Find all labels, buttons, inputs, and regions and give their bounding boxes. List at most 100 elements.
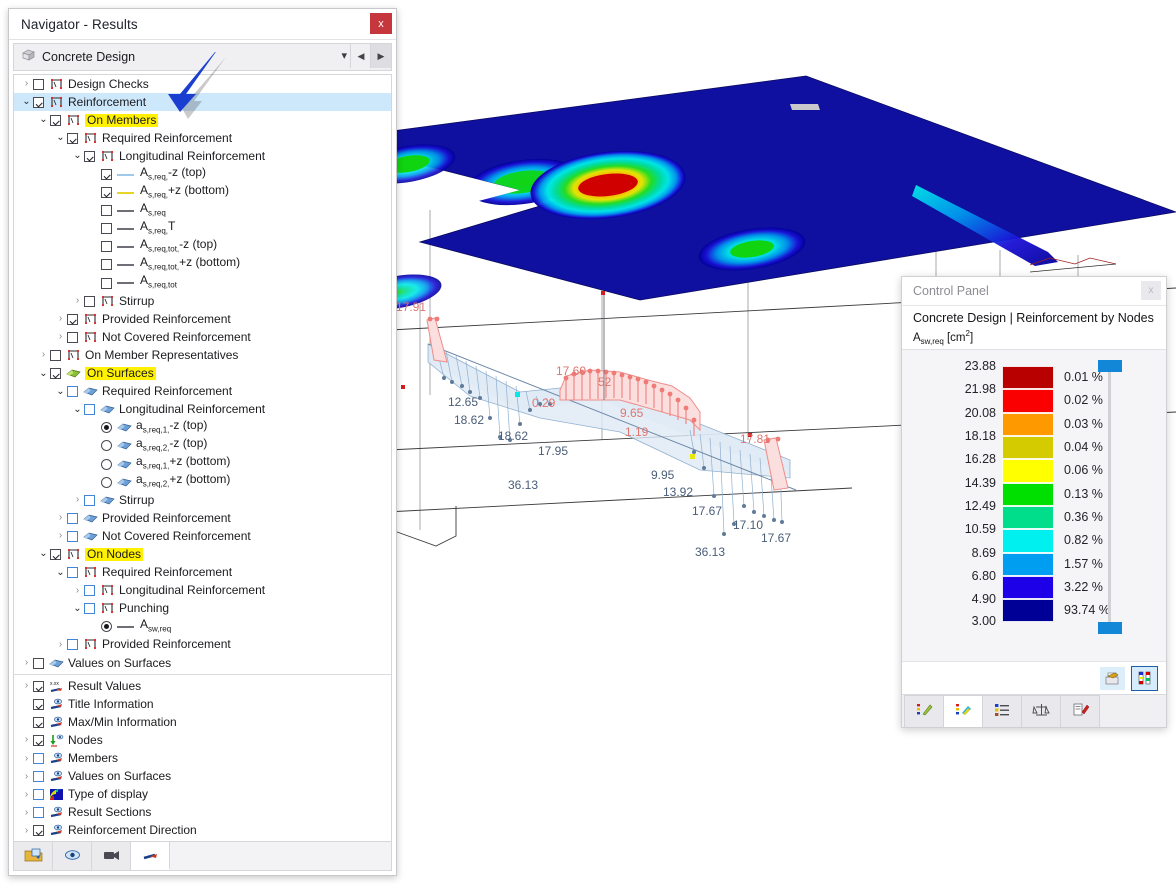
results-tree-group-main[interactable]: ›Design Checks⌄Reinforcement⌄On Members⌄… [14,75,391,672]
legend-range-slider-track[interactable] [1108,368,1111,630]
cptab-color-spectrum[interactable] [943,695,983,727]
checkbox-on-member-representatives[interactable] [50,350,61,361]
checkbox-as-req-mz-top[interactable] [101,169,112,180]
chevron-down-icon[interactable]: ⌄ [54,387,67,397]
checkbox-reinforcement-direction[interactable] [33,825,44,836]
tree-item-on-members[interactable]: ⌄On Members [14,111,391,129]
checkbox-s-provided-reinforcement[interactable] [67,513,78,524]
checkbox-reinforcement[interactable] [33,97,44,108]
checkbox-on-members[interactable] [50,115,61,126]
tree-item-m-not-covered-reinforcement[interactable]: ›Not Covered Reinforcement [14,328,391,346]
design-type-combobox[interactable]: Concrete Design ▾ ◀ ▶ [13,43,392,71]
tree-item-title-information[interactable]: Title Information [14,695,391,713]
printer-icon[interactable] [1100,667,1125,690]
checkbox-title-information[interactable] [33,699,44,710]
chevron-down-icon[interactable]: ▾ [341,49,347,62]
chevron-right-icon[interactable]: › [54,314,67,324]
checkbox-m-provided-reinforcement[interactable] [67,314,78,325]
tree-item-m-stirrup[interactable]: ›Stirrup [14,292,391,310]
tree-item-n-provided-reinforcement[interactable]: ›Provided Reinforcement [14,636,391,654]
checkbox-design-checks[interactable] [33,79,44,90]
checkbox-as-req-tot-pz-bottom[interactable] [101,259,112,270]
checkbox-on-surfaces[interactable] [50,368,61,379]
legend-color-swatch[interactable] [1002,366,1054,389]
tree-item-members[interactable]: ›Members [14,749,391,767]
checkbox-s-longitudinal-reinforcement[interactable] [84,404,95,415]
control-panel-button-row[interactable] [902,661,1166,694]
legend-color-swatch[interactable] [1002,389,1054,412]
chevron-right-icon[interactable]: › [54,332,67,342]
color-legend[interactable]: 23.880.01 %21.980.02 %20.080.03 %18.180.… [902,366,1166,636]
chevron-right-icon[interactable]: › [20,681,33,691]
tree-item-n-punching[interactable]: ⌄Punching [14,600,391,618]
chevron-down-icon[interactable]: ⌄ [71,604,84,614]
chevron-right-icon[interactable]: › [54,513,67,523]
chevron-down-icon[interactable]: ⌄ [37,115,50,125]
tree-item-as-req-tot[interactable]: As,req,tot [14,274,391,292]
radio-as-req-1-pz-bottom[interactable] [101,459,112,470]
tree-item-s-longitudinal-reinforcement[interactable]: ⌄Longitudinal Reinforcement [14,401,391,419]
legend-color-swatch[interactable] [1002,436,1054,459]
slider-thumb-max[interactable] [1098,360,1122,372]
tree-item-as-req-1-pz-bottom[interactable]: as,req,1,+z (bottom) [14,455,391,473]
chevron-down-icon[interactable]: ⌄ [54,133,67,143]
chevron-right-icon[interactable]: › [71,495,84,505]
tree-item-as-req-2-pz-bottom[interactable]: as,req,2,+z (bottom) [14,473,391,491]
tree-item-as-req-pz-bottom[interactable]: As,req,+z (bottom) [14,184,391,202]
cptab-factors[interactable] [1021,695,1061,727]
chevron-down-icon[interactable]: ⌄ [37,549,50,559]
color-scale-icon[interactable] [1131,666,1158,691]
tree-item-n-longitudinal-reinforcement[interactable]: ›Longitudinal Reinforcement [14,582,391,600]
tree-item-n-required-reinforcement[interactable]: ⌄Required Reinforcement [14,564,391,582]
checkbox-n-punching[interactable] [84,603,95,614]
tree-item-nodes[interactable]: ›Nodes [14,731,391,749]
checkbox-members[interactable] [33,753,44,764]
chevron-down-icon[interactable]: ⌄ [71,405,84,415]
checkbox-m-required-reinforcement[interactable] [67,133,78,144]
tree-item-asw-req[interactable]: Asw,req [14,618,391,636]
checkbox-m-not-covered-reinforcement[interactable] [67,332,78,343]
chevron-right-icon[interactable]: › [54,640,67,650]
chevron-right-icon[interactable]: › [20,735,33,745]
tree-item-as-req-2-mz-top[interactable]: as,req,2,-z (top) [14,437,391,455]
legend-color-swatch[interactable] [1002,553,1054,576]
checkbox-s-stirrup[interactable] [84,495,95,506]
legend-color-swatch[interactable] [1002,599,1054,622]
tree-item-as-req-tot-mz-top[interactable]: As,req,tot,-z (top) [14,238,391,256]
tree-item-reinforcement-direction[interactable]: ›Reinforcement Direction [14,822,391,840]
checkbox-max-min-information[interactable] [33,717,44,728]
chevron-down-icon[interactable]: ⌄ [20,97,33,107]
legend-color-swatch[interactable] [1002,576,1054,599]
tree-item-s-stirrup[interactable]: ›Stirrup [14,491,391,509]
results-tree-panel[interactable]: ›Design Checks⌄Reinforcement⌄On Members⌄… [13,74,392,842]
tab-project[interactable] [14,842,53,870]
tree-item-as-req-1-mz-top[interactable]: as,req,1,-z (top) [14,419,391,437]
close-icon[interactable]: x [370,13,392,34]
legend-color-swatch[interactable] [1002,459,1054,482]
tree-item-result-values[interactable]: ›x.xxResult Values [14,677,391,695]
tab-display[interactable] [53,842,92,870]
tree-item-as-req[interactable]: As,req [14,202,391,220]
chevron-down-icon[interactable]: ⌄ [54,568,67,578]
checkbox-n-provided-reinforcement[interactable] [67,639,78,650]
checkbox-nodes[interactable] [33,735,44,746]
slider-thumb-min[interactable] [1098,622,1122,634]
tree-item-s-provided-reinforcement[interactable]: ›Provided Reinforcement [14,509,391,527]
tree-item-s-required-reinforcement[interactable]: ⌄Required Reinforcement [14,383,391,401]
chevron-down-icon[interactable]: ⌄ [71,151,84,161]
tree-item-m-required-reinforcement[interactable]: ⌄Required Reinforcement [14,129,391,147]
control-panel-window[interactable]: Control Panel x Concrete Design | Reinfo… [901,276,1167,728]
tab-views[interactable] [92,842,131,870]
legend-color-swatch[interactable] [1002,483,1054,506]
prev-button[interactable]: ◀ [350,44,371,68]
close-icon[interactable]: x [1141,281,1161,300]
chevron-right-icon[interactable]: › [20,826,33,836]
chevron-right-icon[interactable]: › [20,754,33,764]
checkbox-as-req-tot[interactable] [101,278,112,289]
results-tree-group-display[interactable]: ›x.xxResult ValuesTitle InformationMax/M… [14,677,391,840]
chevron-down-icon[interactable]: ⌄ [37,369,50,379]
checkbox-on-nodes[interactable] [50,549,61,560]
checkbox-n-longitudinal-reinforcement[interactable] [84,585,95,596]
chevron-right-icon[interactable]: › [71,586,84,596]
cptab-scale-edit[interactable] [904,695,944,727]
